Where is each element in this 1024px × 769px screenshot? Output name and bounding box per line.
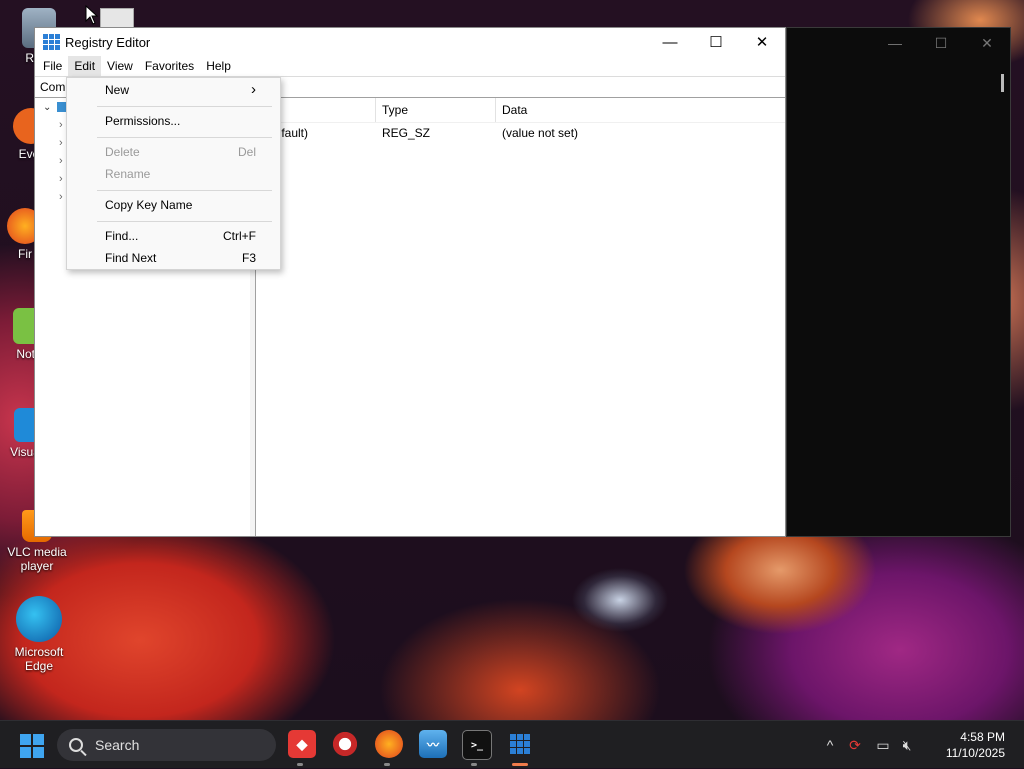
menu-item-label: Permissions... [105, 114, 181, 128]
menu-item-new[interactable]: New › [67, 79, 280, 101]
terminal-window[interactable]: — ☐ ✕ [786, 27, 1011, 537]
maximize-icon[interactable]: ☐ [918, 35, 964, 52]
titlebar[interactable]: Registry Editor — ☐ ✕ [35, 28, 785, 56]
menu-item-permissions[interactable]: Permissions... [67, 110, 280, 132]
clock-date: 11/10/2025 [945, 746, 1005, 760]
menu-favorites[interactable]: Favorites [139, 56, 200, 76]
menu-help[interactable]: Help [200, 56, 237, 76]
sync-icon[interactable]: ⟳ [840, 737, 870, 754]
search-placeholder: Search [95, 737, 140, 753]
address-text: Com [40, 80, 66, 94]
menu-item-copy-key-name[interactable]: Copy Key Name [67, 194, 280, 216]
menu-file[interactable]: File [37, 56, 68, 76]
running-app-indicator [384, 763, 390, 766]
running-app-indicator [471, 763, 477, 766]
menu-item-find-next[interactable]: Find Next F3 [67, 247, 280, 269]
taskbar-app-monitor[interactable]: 〰 [419, 730, 447, 758]
close-icon[interactable]: ✕ [964, 35, 1010, 52]
menu-item-label: Find... [105, 229, 139, 243]
chevron-down-icon[interactable]: ⌄ [43, 102, 51, 113]
values-list: ne Type Data (Default) REG_SZ (value not… [256, 98, 785, 536]
chevron-right-icon[interactable]: › [59, 173, 63, 185]
menu-item-rename[interactable]: Rename [67, 163, 280, 185]
system-tray: ^ ⟳ ▭ 🔇︎ [820, 721, 918, 769]
display-icon[interactable]: ▭ [870, 737, 896, 754]
mouse-cursor-icon [85, 5, 99, 25]
clock-time: 4:58 PM [960, 730, 1005, 744]
value-type: REG_SZ [382, 126, 431, 140]
minimize-icon[interactable]: — [872, 35, 918, 51]
registry-editor-icon [510, 734, 530, 754]
menu-separator [97, 137, 272, 138]
edge-icon [16, 596, 62, 642]
taskbar-app-firefox[interactable] [375, 730, 403, 758]
menu-item-shortcut: Ctrl+F [223, 229, 256, 243]
window-title: Registry Editor [65, 34, 151, 50]
menu-item-shortcut: F3 [241, 251, 256, 265]
taskbar-clock[interactable]: 4:58 PM 11/10/2025 [946, 729, 1005, 761]
windows-logo-icon [20, 734, 31, 745]
start-button[interactable] [20, 734, 44, 758]
desktop-icon-label: Fir [18, 247, 32, 261]
chevron-right-icon: › [251, 81, 256, 98]
registry-editor-icon [43, 34, 60, 50]
menu-item-label: Rename [105, 167, 151, 181]
close-button[interactable]: ✕ [739, 28, 785, 56]
menu-item-label: Find Next [105, 251, 157, 265]
anydesk-icon: ◆ [296, 735, 308, 752]
desktop-icon-edge[interactable]: Microsoft Edge [4, 596, 74, 673]
menu-item-label: Copy Key Name [105, 198, 193, 212]
value-data: (value not set) [502, 126, 579, 140]
desktop-icon-label: VLC media player [7, 545, 67, 573]
menu-view[interactable]: View [101, 56, 139, 76]
menu-item-find[interactable]: Find... Ctrl+F [67, 225, 280, 247]
terminal-icon: >_ [470, 739, 484, 751]
maximize-button[interactable]: ☐ [693, 28, 739, 56]
search-icon [69, 738, 83, 752]
table-row[interactable]: (Default) REG_SZ (value not set) [256, 123, 785, 143]
chevron-right-icon[interactable]: › [59, 155, 63, 167]
menu-item-label: New [105, 83, 130, 97]
menubar: File Edit View Favorites Help [35, 56, 785, 76]
volume-mute-icon[interactable]: 🔇︎ [896, 737, 918, 754]
column-header-type[interactable]: Type [376, 98, 496, 122]
desktop-icon-label: Microsoft Edge [14, 645, 64, 673]
chevron-right-icon[interactable]: › [59, 191, 63, 203]
scrollbar-thumb[interactable] [1001, 74, 1004, 92]
taskbar-app-registry-editor[interactable] [506, 730, 534, 758]
running-app-indicator [297, 763, 303, 766]
active-app-indicator [512, 763, 528, 766]
menu-edit[interactable]: Edit [68, 56, 102, 76]
taskbar-app-anydesk[interactable]: ◆ [288, 730, 316, 758]
menu-separator [97, 106, 272, 107]
taskbar-app-terminal[interactable]: >_ [462, 730, 492, 760]
taskbar-search-box[interactable]: Search [57, 729, 276, 761]
chevron-right-icon[interactable]: › [59, 119, 63, 131]
menu-separator [97, 221, 272, 222]
list-header: ne Type Data [256, 98, 785, 123]
chart-icon: 〰 [426, 737, 439, 752]
chevron-right-icon[interactable]: › [59, 137, 63, 149]
taskbar-app-clock-tool[interactable] [331, 730, 359, 758]
edit-dropdown-menu: New › Permissions... Delete Del Rename C… [66, 77, 281, 270]
terminal-titlebar: — ☐ ✕ [787, 28, 1010, 58]
column-header-data[interactable]: Data [496, 98, 776, 122]
minimize-button[interactable]: — [647, 28, 693, 56]
menu-item-delete[interactable]: Delete Del [67, 141, 280, 163]
menu-item-shortcut: Del [237, 145, 256, 159]
taskbar: Search ◆ 〰 >_ ^ ⟳ ▭ 🔇︎ 4:58 PM 11/10/202… [0, 720, 1024, 768]
tray-overflow-chevron-icon[interactable]: ^ [820, 737, 840, 753]
menu-item-label: Delete [105, 145, 140, 159]
menu-separator [97, 190, 272, 191]
